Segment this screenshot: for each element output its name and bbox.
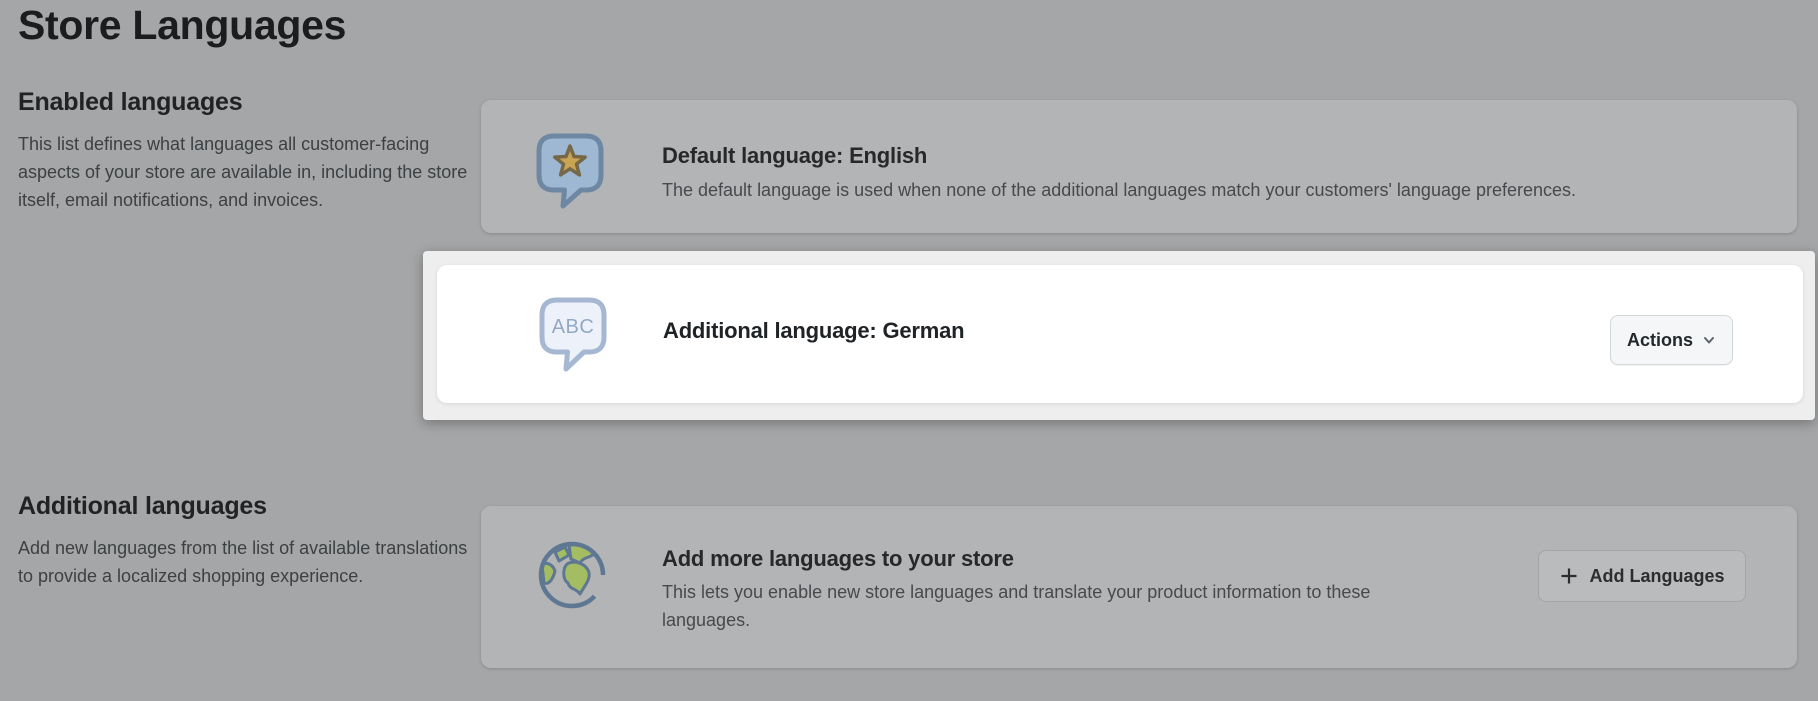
add-languages-description: This lets you enable new store languages… <box>662 578 1462 634</box>
add-languages-button-label: Add Languages <box>1589 566 1724 587</box>
default-language-title: Default language: English <box>662 143 927 169</box>
abc-speech-bubble-icon: ABC <box>539 297 607 378</box>
additional-languages-description: Add new languages from the list of avail… <box>18 534 476 590</box>
tutorial-spotlight: ABC Additional language: German Actions <box>423 251 1815 420</box>
german-language-title: Additional language: German <box>663 318 964 344</box>
store-languages-page: Store Languages Enabled languages This l… <box>0 0 1818 701</box>
additional-languages-heading: Additional languages <box>18 492 267 521</box>
enabled-languages-description: This list defines what languages all cus… <box>18 130 476 214</box>
default-language-card: Default language: English The default la… <box>481 100 1797 233</box>
enabled-languages-heading: Enabled languages <box>18 88 242 117</box>
plus-icon <box>1559 566 1579 586</box>
actions-button[interactable]: Actions <box>1610 315 1733 365</box>
additional-language-german-card[interactable]: ABC Additional language: German Actions <box>437 265 1803 403</box>
globe-icon <box>537 540 607 615</box>
star-speech-bubble-icon <box>536 133 604 214</box>
default-language-description: The default language is used when none o… <box>662 176 1732 204</box>
chevron-down-icon <box>1702 333 1716 347</box>
add-languages-button[interactable]: Add Languages <box>1538 550 1746 602</box>
page-title: Store Languages <box>18 2 346 49</box>
abc-icon-label: ABC <box>552 316 595 338</box>
add-languages-title: Add more languages to your store <box>662 546 1014 572</box>
add-languages-card: Add more languages to your store This le… <box>481 506 1797 668</box>
actions-button-label: Actions <box>1627 330 1693 351</box>
